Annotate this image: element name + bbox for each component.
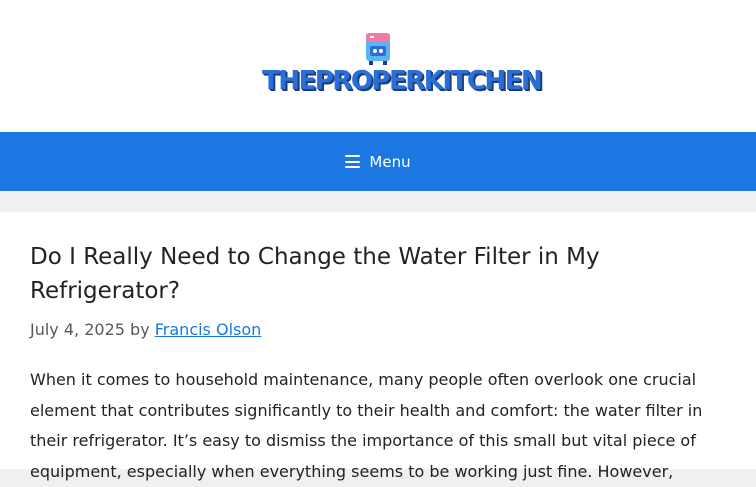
site-header: THEPROPERKITCHEN [0, 0, 756, 132]
logo-wordmark: THEPROPERKITCHEN [262, 66, 543, 96]
hamburger-icon [345, 155, 361, 168]
byline-prefix: by [130, 320, 150, 339]
publish-date: July 4, 2025 [30, 320, 125, 339]
site-logo-link[interactable]: THEPROPERKITCHEN [262, 30, 543, 98]
menu-toggle-button[interactable]: Menu [330, 132, 426, 191]
fridge-icon [366, 33, 390, 65]
menu-label: Menu [369, 152, 411, 171]
article-meta: July 4, 2025 by Francis Olson [30, 320, 261, 339]
main-navigation: Menu [0, 132, 756, 191]
article-title: Do I Really Need to Change the Water Fil… [30, 244, 600, 304]
author-link[interactable]: Francis Olson [155, 320, 262, 339]
article-content: Do I Really Need to Change the Water Fil… [0, 212, 756, 481]
